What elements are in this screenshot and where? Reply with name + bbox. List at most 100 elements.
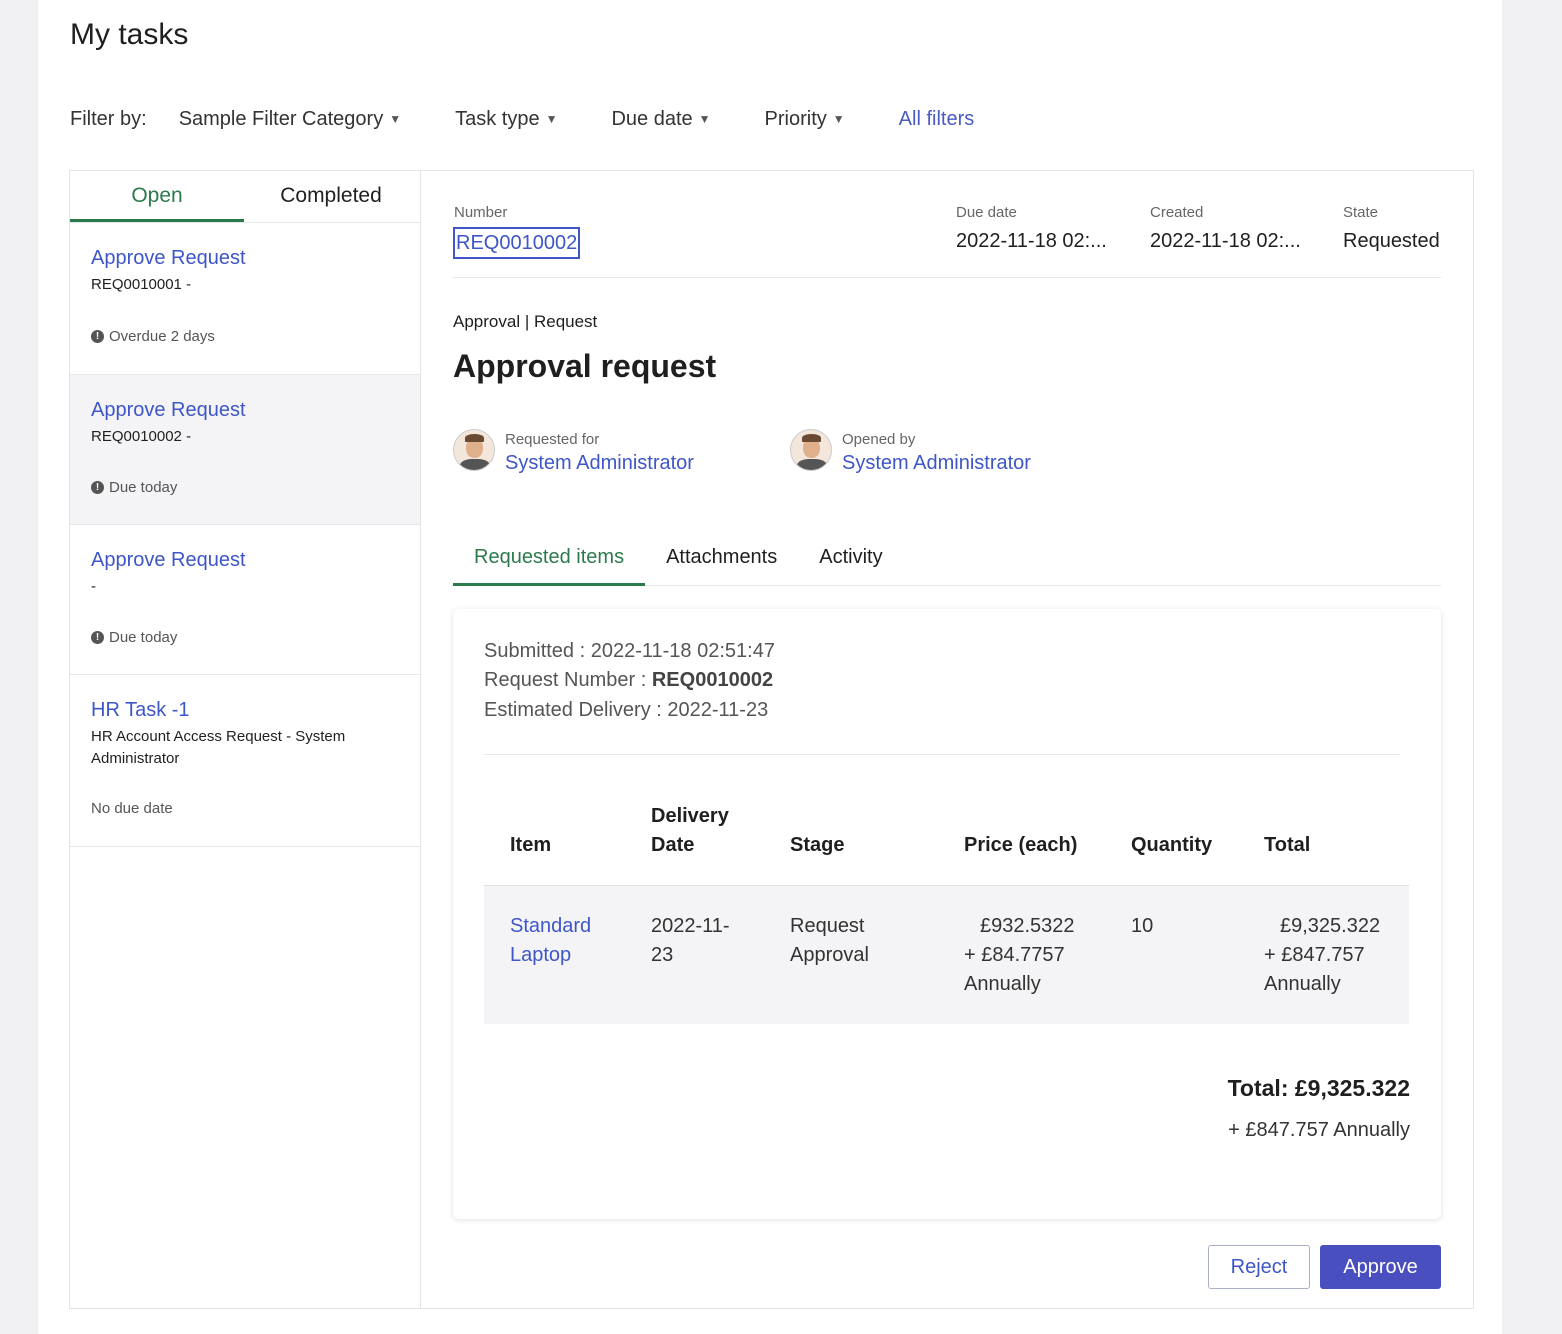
stage-line1: Request [790,915,865,937]
opened-by: Opened by System Administrator [790,429,1031,475]
requested-for-label: Requested for [505,431,600,448]
breadcrumb: Approval | Request [453,312,598,331]
filter-due-date-dropdown[interactable]: Due date ▼ [611,108,710,131]
task-title[interactable]: Approve Request [91,247,399,270]
price-line2: + £84.7757 [964,944,1065,966]
info-icon: ! [91,631,104,644]
detail-title: Approval request [453,348,717,384]
task-list-item[interactable]: Approve Request - ! Due today [70,525,420,675]
task-due-status: No due date [91,800,173,817]
delivery-date-line2: 23 [651,944,674,966]
approve-button[interactable]: Approve [1320,1245,1441,1289]
due-date-label: Due date [956,204,1017,221]
task-due-text: No due date [91,800,173,817]
page: My tasks Filter by: Sample Filter Catego… [38,0,1502,1334]
task-subtitle: - [91,578,96,595]
caret-down-icon: ▼ [832,112,845,126]
state-label: State [1343,204,1379,221]
item-link[interactable]: Standard Laptop [510,912,591,970]
task-list-item[interactable]: HR Task -1 HR Account Access Request - S… [70,675,420,847]
avatar [790,429,832,471]
task-title[interactable]: Approve Request [91,399,399,422]
delivery-date-line1: 2022-11- [651,915,730,937]
tasks-panel: Open Completed Approve Request REQ001000… [69,170,1474,1309]
task-due-status: ! Due today [91,479,177,496]
filter-category-label: Sample Filter Category [178,107,384,130]
tab-completed[interactable]: Completed [244,171,418,222]
task-due-text: Due today [109,629,178,646]
request-number-link[interactable]: REQ0010002 [453,227,581,259]
detail-tabs: Requested items Attachments Activity [453,541,1441,586]
tab-open[interactable]: Open [70,171,244,222]
due-date-value: 2022-11-18 02:... [956,230,1107,252]
divider [453,277,1441,278]
requested-items-card: Submitted : 2022-11-18 02:51:47 Request … [453,609,1441,1219]
price-line1: £932.5322 [980,915,1075,937]
reject-button[interactable]: Reject [1208,1245,1310,1289]
task-due-text: Overdue 2 days [109,328,215,345]
page-title: My tasks [70,18,189,51]
request-number-summary: Request Number : REQ0010002 [484,669,773,692]
total-line1: £9,325.322 [1280,915,1381,937]
estimated-delivery-text: Estimated Delivery : 2022-11-23 [484,699,769,721]
divider [484,754,1400,755]
avatar [453,429,495,471]
requested-for-link[interactable]: System Administrator [505,452,694,475]
tab-attachments[interactable]: Attachments [645,541,798,586]
submitted-text: Submitted : 2022-11-18 02:51:47 [484,640,775,662]
filter-category-dropdown[interactable]: Sample Filter Category ▼ [179,108,401,131]
task-subtitle: HR Account Access Request - System Admin… [91,728,346,767]
total-line2: + £847.757 [1264,944,1365,966]
col-header-item: Item [510,834,552,856]
task-due-status: ! Overdue 2 days [91,328,215,345]
task-list-pane: Open Completed Approve Request REQ001000… [70,171,421,1308]
item-name-line2: Laptop [510,944,572,966]
filter-bar: Filter by: Sample Filter Category ▼ Task … [70,104,974,134]
created-value: 2022-11-18 02:... [1150,230,1301,252]
request-number-summary-value: REQ0010002 [651,669,774,691]
quantity-cell: 10 [1131,915,1154,937]
task-due-status: ! Due today [91,629,177,646]
task-title[interactable]: Approve Request [91,549,399,572]
stage-cell: Request Approval [790,912,869,970]
col-header-quantity: Quantity [1131,834,1213,856]
filter-priority-label: Priority [764,107,827,130]
task-list-item[interactable]: Approve Request REQ0010002 - ! Due today [70,375,420,525]
info-icon: ! [91,330,104,343]
caret-down-icon: ▼ [698,112,711,126]
opened-by-label: Opened by [842,431,916,448]
caret-down-icon: ▼ [545,112,558,126]
task-list-tabs: Open Completed [70,171,420,223]
task-title[interactable]: HR Task -1 [91,699,399,722]
tab-requested-items[interactable]: Requested items [453,541,646,586]
all-filters-link[interactable]: All filters [899,108,975,131]
tab-activity[interactable]: Activity [798,541,903,586]
caret-down-icon: ▼ [389,112,402,126]
number-label: Number [454,204,508,221]
state-value: Requested [1343,230,1440,252]
price-cell: £932.5322 + £84.7757 Annually [964,912,1075,999]
task-list-item[interactable]: Approve Request REQ0010001 - ! Overdue 2… [70,223,420,375]
opened-by-link[interactable]: System Administrator [842,452,1031,475]
requested-for: Requested for System Administrator [453,429,694,475]
filter-task-type-label: Task type [455,107,540,130]
grand-total-recurring: + £847.757 Annually [1228,1119,1410,1141]
delivery-date-cell: 2022-11- 23 [651,912,730,970]
item-name-line1: Standard [510,915,592,937]
request-number-summary-label: Request Number : [484,669,652,691]
filter-label: Filter by: [70,107,147,130]
task-subtitle: REQ0010001 - [91,276,192,293]
task-detail-pane: Number REQ0010002 Due date 2022-11-18 02… [453,171,1441,1308]
grand-total: Total: £9,325.322 [1227,1075,1410,1101]
col-header-total: Total [1264,834,1311,856]
stage-line2: Approval [790,944,869,966]
col-header-price: Price (each) [964,834,1078,856]
task-subtitle: REQ0010002 - [91,428,192,445]
price-line3: Annually [964,973,1041,995]
filter-priority-dropdown[interactable]: Priority ▼ [765,108,845,131]
created-label: Created [1150,204,1204,221]
col-header-stage: Stage [790,834,845,856]
filter-task-type-dropdown[interactable]: Task type ▼ [455,108,557,131]
info-icon: ! [91,481,104,494]
task-due-text: Due today [109,479,178,496]
